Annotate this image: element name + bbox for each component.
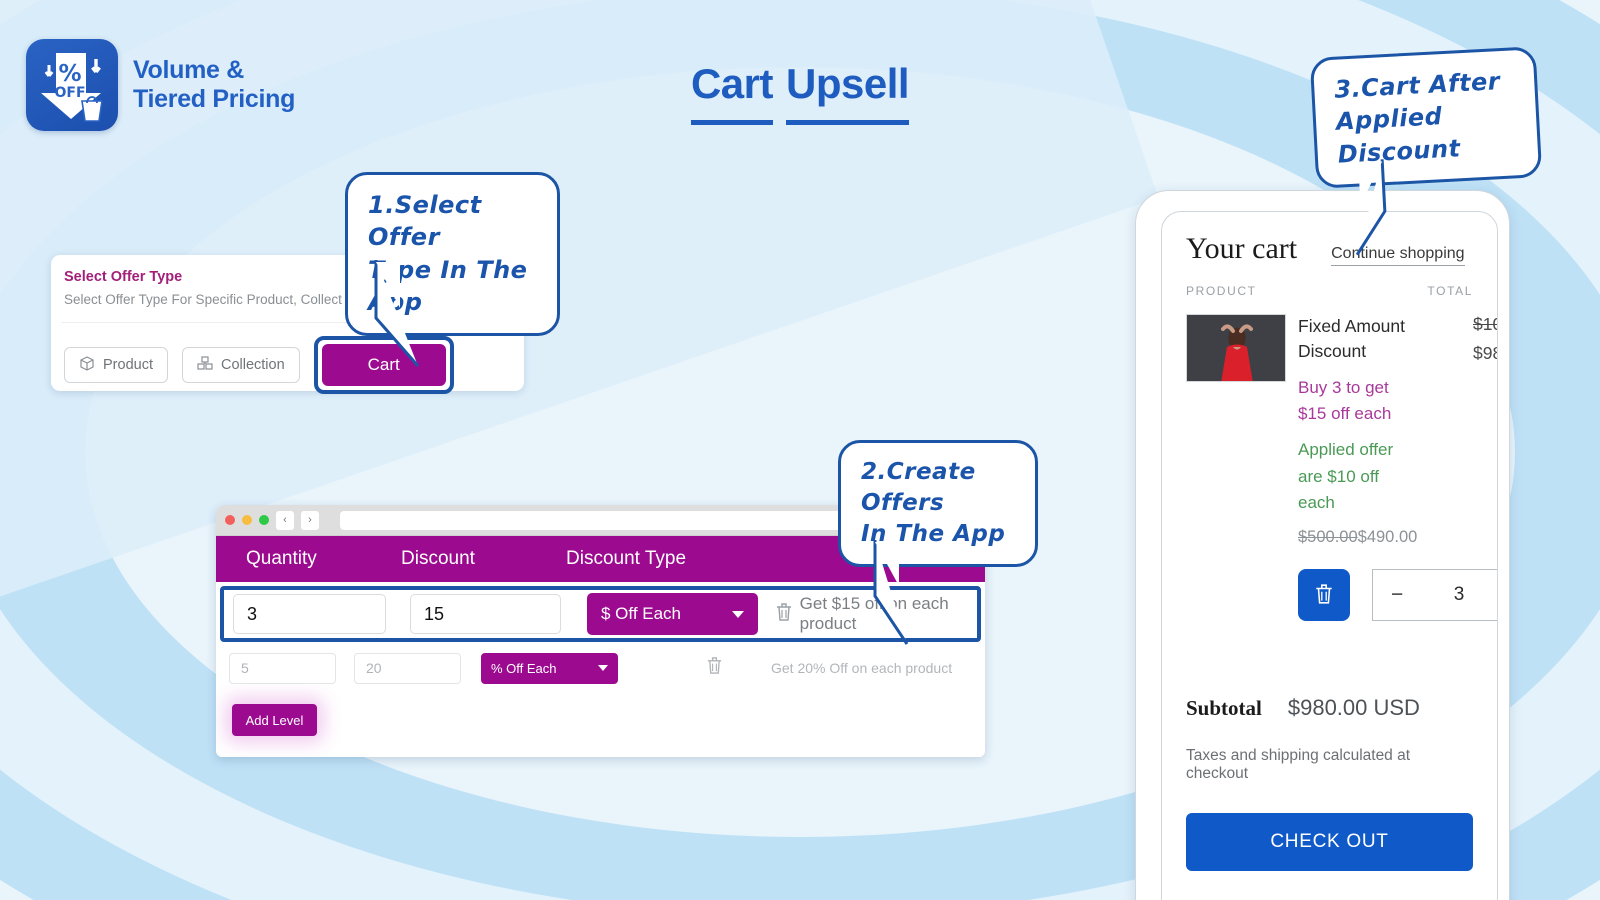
offer-type-collection-button[interactable]: Collection bbox=[181, 347, 300, 383]
applied-offer-line-2: are $10 off bbox=[1298, 466, 1379, 486]
cart-item-offer-message: Buy 3 to get $15 off each bbox=[1298, 375, 1497, 428]
quantity-value: 3 bbox=[1453, 584, 1465, 606]
tier-2-discount-type-value: % Off Each bbox=[491, 660, 557, 676]
remove-item-button[interactable] bbox=[1298, 569, 1350, 622]
cart-item-name-line-1: Fixed Amount bbox=[1298, 316, 1405, 336]
page-title-word-1: Cart bbox=[690, 60, 773, 125]
cart-item-name-line-2: Discount bbox=[1298, 341, 1367, 362]
callout-2-tail bbox=[867, 538, 927, 648]
offer-message-line-1: Buy 3 to get bbox=[1298, 377, 1389, 397]
cart-header: Your cart Continue shopping bbox=[1186, 232, 1473, 266]
cart-subtotal-row: Subtotal $980.00 USD bbox=[1186, 695, 1473, 721]
page-title-word-2: Upsell bbox=[785, 60, 910, 125]
collection-icon bbox=[197, 355, 213, 375]
callout-step-3: 3.Cart After Applied Discount bbox=[1309, 46, 1543, 256]
poster-canvas: % OFF Volume & Tiered Pricing Cart Upsel… bbox=[0, 0, 1600, 900]
offer-type-product-label: Product bbox=[103, 357, 153, 373]
trash-icon bbox=[1314, 583, 1334, 608]
offer-type-collection-label: Collection bbox=[220, 357, 285, 373]
tier-1-delete-icon[interactable] bbox=[775, 602, 793, 627]
cart-item-applied-offer: Applied offer are $10 off each bbox=[1298, 437, 1497, 516]
phone-mockup: Your cart Continue shopping PRODUCT TOTA… bbox=[1135, 190, 1510, 900]
callout-step-1: 1.Select Offer Type In The App bbox=[345, 172, 560, 367]
column-header-discount: Discount bbox=[401, 548, 475, 569]
quantity-decrement-button[interactable]: − bbox=[1391, 583, 1403, 607]
cart-item-name-price-row: Fixed Amount Discount $1000.00 $980.00 bbox=[1298, 314, 1497, 365]
window-close-icon[interactable] bbox=[225, 515, 235, 525]
window-maximize-icon[interactable] bbox=[259, 515, 269, 525]
tier-1-quantity-input[interactable] bbox=[233, 594, 386, 634]
cart-screen: Your cart Continue shopping PRODUCT TOTA… bbox=[1161, 211, 1498, 900]
offer-message-line-2: $15 off each bbox=[1298, 404, 1392, 424]
cart-item-unit-price-new: $490.00 bbox=[1357, 528, 1418, 547]
callout-1-line-1: 1.Select Offer bbox=[368, 191, 482, 252]
cart-item-price-discounted: $980.00 bbox=[1473, 343, 1497, 363]
subtotal-value: $980.00 USD bbox=[1287, 695, 1420, 721]
cart-col-total: TOTAL bbox=[1427, 284, 1473, 298]
chevron-down-icon bbox=[731, 610, 744, 618]
tier-1-discount-input[interactable] bbox=[410, 594, 561, 634]
box-icon bbox=[79, 355, 95, 375]
cart-item-details: Fixed Amount Discount $1000.00 $980.00 B… bbox=[1298, 314, 1497, 622]
tier-1-discount-type-select[interactable]: $ Off Each bbox=[587, 593, 758, 635]
checkout-button[interactable]: CHECK OUT bbox=[1186, 813, 1473, 872]
taxes-note: Taxes and shipping calculated at checkou… bbox=[1186, 747, 1411, 783]
window-minimize-icon[interactable] bbox=[242, 515, 252, 525]
tier-row-2: 5 20 % Off Each Get 20% Off on each prod… bbox=[216, 648, 985, 688]
tier-1-discount-type-value: $ Off Each bbox=[601, 604, 682, 623]
tier-2-hint-text: Get 20% Off on each product bbox=[771, 660, 953, 676]
offer-type-product-button[interactable]: Product bbox=[64, 347, 168, 383]
callout-2-line-1: 2.Create Offers bbox=[861, 459, 976, 517]
cart-col-product: PRODUCT bbox=[1186, 284, 1257, 298]
applied-offer-line-3: each bbox=[1298, 493, 1335, 513]
cart-title: Your cart bbox=[1186, 232, 1298, 265]
cart-item-name: Fixed Amount Discount bbox=[1298, 314, 1405, 365]
tier-2-discount-type-select[interactable]: % Off Each bbox=[481, 652, 618, 684]
cart-item-price-original: $1000.00 bbox=[1473, 314, 1497, 334]
cart-column-headers: PRODUCT TOTAL bbox=[1186, 284, 1473, 298]
title-space bbox=[773, 86, 786, 98]
subtotal-label: Subtotal bbox=[1186, 696, 1262, 721]
callout-1-tail bbox=[370, 258, 440, 368]
product-thumbnail bbox=[1186, 314, 1286, 382]
offer-type-button-group: Product Collection Cart bbox=[64, 336, 524, 394]
quantity-stepper: − 3 + bbox=[1372, 569, 1497, 622]
add-level-button[interactable]: Add Level bbox=[232, 704, 317, 736]
applied-offer-line-1: Applied offer bbox=[1298, 440, 1394, 460]
cart-item-unit-prices: $500.00$490.00 bbox=[1298, 528, 1497, 547]
cart-item-quantity-row: − 3 + bbox=[1298, 569, 1497, 622]
browser-forward-button[interactable]: › bbox=[301, 510, 319, 530]
browser-back-button[interactable]: ‹ bbox=[276, 510, 294, 530]
callout-step-2: 2.Create Offers In The App bbox=[838, 440, 1038, 645]
cart-item-total-prices: $1000.00 $980.00 bbox=[1473, 314, 1497, 364]
chevron-down-icon bbox=[598, 665, 608, 671]
cart-line-item: Fixed Amount Discount $1000.00 $980.00 B… bbox=[1186, 314, 1497, 622]
column-header-quantity: Quantity bbox=[246, 548, 317, 569]
callout-3-tail bbox=[1348, 155, 1423, 259]
cart-item-unit-price-old: $500.00 bbox=[1298, 528, 1358, 547]
tier-2-discount-input[interactable]: 20 bbox=[354, 652, 461, 684]
tier-2-delete-icon[interactable] bbox=[706, 656, 723, 680]
tier-2-quantity-input[interactable]: 5 bbox=[229, 652, 336, 684]
